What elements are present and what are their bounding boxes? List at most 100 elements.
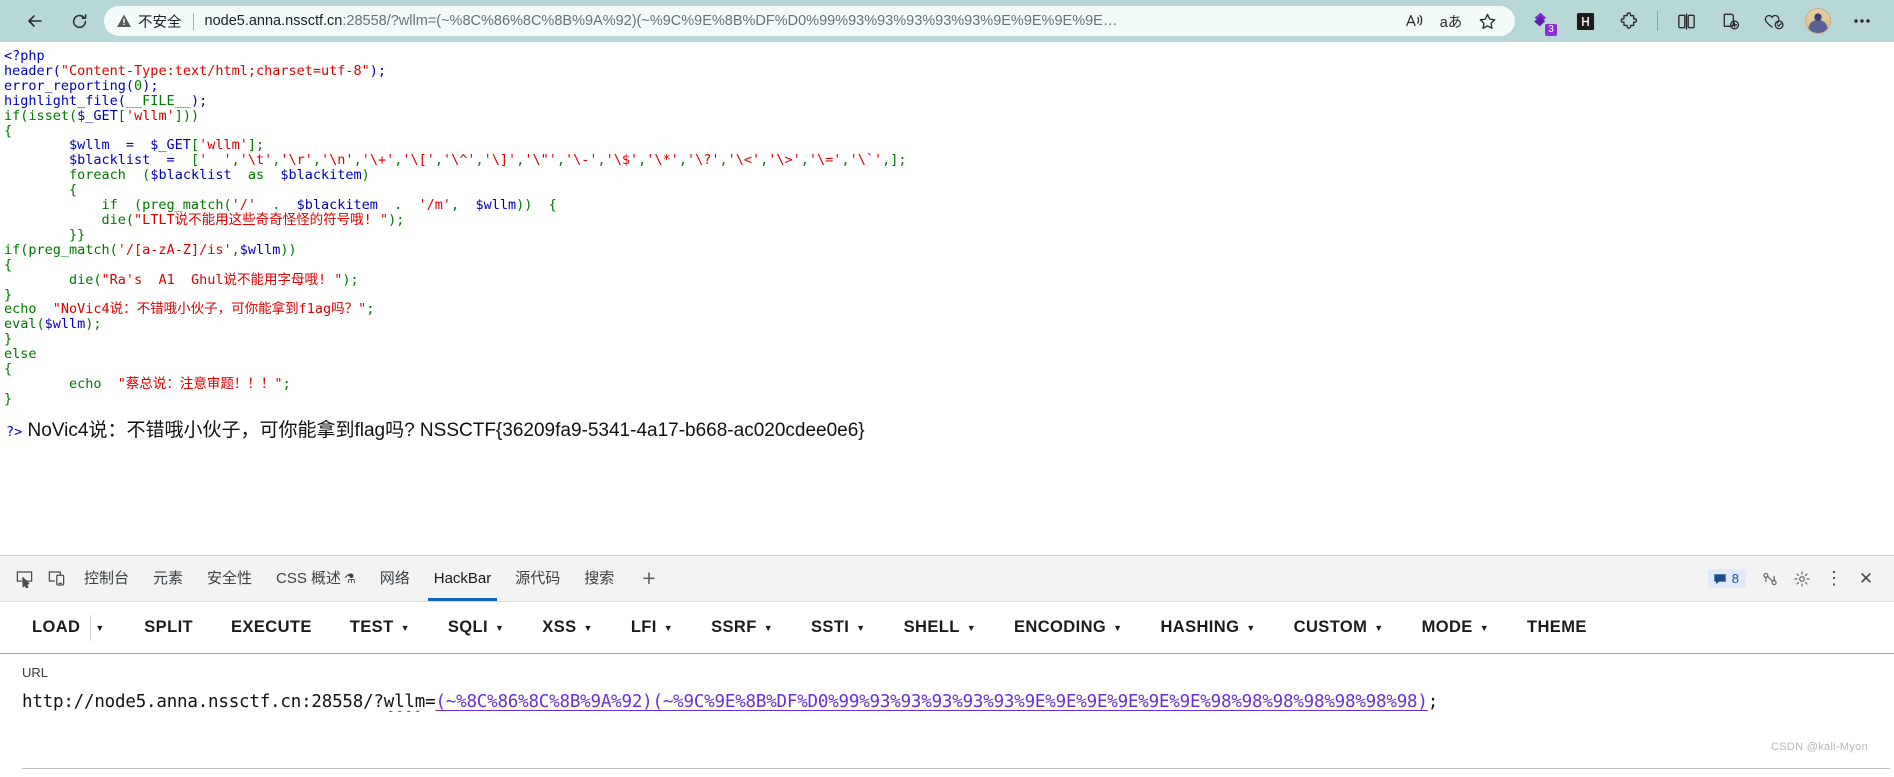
- devtools-tab-search[interactable]: 搜索: [572, 556, 626, 601]
- code-token: ): [361, 167, 370, 184]
- hackbar-button-ssrf[interactable]: SSRF ▼: [701, 618, 783, 637]
- devtools-settings-gear-icon[interactable]: [1786, 563, 1818, 595]
- devtools-tab-hackbar[interactable]: HackBar: [422, 556, 504, 601]
- add-to-collections-icon[interactable]: [1712, 5, 1748, 37]
- code-token: [: [182, 152, 200, 169]
- code-line: {: [4, 123, 1894, 139]
- extensions-puzzle-icon[interactable]: [1611, 5, 1647, 37]
- code-token: highlight_file(: [4, 92, 126, 109]
- reload-button[interactable]: [62, 4, 96, 38]
- add-panel-button[interactable]: +: [626, 556, 671, 601]
- message-count: 8: [1731, 571, 1739, 586]
- hackbar-load-dropdown-icon[interactable]: ▼: [90, 614, 116, 641]
- code-token: '\=': [808, 152, 842, 169]
- code-token: ,: [678, 152, 687, 169]
- hackbar-button-theme[interactable]: THEME: [1517, 618, 1597, 637]
- hackbar-button-mode[interactable]: MODE ▼: [1412, 618, 1499, 637]
- code-token: $wllm = $_GET: [4, 137, 191, 154]
- code-token: ,: [475, 152, 484, 169]
- php-close-tag: ?>: [6, 423, 23, 440]
- hackbar-button-split[interactable]: SPLIT: [134, 618, 203, 637]
- tab-label: HackBar: [433, 570, 492, 587]
- devtools-tab-network[interactable]: 网络: [368, 556, 422, 601]
- code-token: ,: [719, 152, 728, 169]
- code-line: foreach ($blacklist as $blackitem): [4, 168, 1894, 183]
- hackbar-button-ssti[interactable]: SSTI ▼: [801, 618, 876, 637]
- code-line: {: [4, 362, 1894, 377]
- devtools-tab-security[interactable]: 安全性: [195, 556, 264, 601]
- url-path: :28558/?wllm=(~%8C%86%8C%8B%9A%92)(~%9C%…: [342, 13, 1118, 29]
- hackbar-panel: LOAD ▼ SPLIT EXECUTE TEST ▼ SQLI ▼ XSS ▼ LFI ▼ SSRF ▼…: [0, 602, 1894, 777]
- translate-icon[interactable]: aあ: [1433, 6, 1469, 36]
- code-line: echo "NoVic4说：不错哦小伙子，可你能拿到f1ag吗？";: [4, 302, 1894, 317]
- collections-extension-icon[interactable]: 3: [1523, 5, 1559, 37]
- split-screen-icon[interactable]: [1668, 5, 1704, 37]
- code-line: }}: [4, 227, 1894, 243]
- hackbar-button-execute[interactable]: EXECUTE: [221, 618, 322, 637]
- hackbar-button-label: HASHING: [1160, 618, 1240, 636]
- code-line: die("LTLT说不能用这些奇奇怪怪的符号哦! ");: [4, 213, 1894, 228]
- code-token: {: [4, 182, 78, 199]
- devtools-close-icon[interactable]: ✕: [1850, 563, 1882, 595]
- code-token: die(: [4, 271, 102, 288]
- back-button[interactable]: [18, 4, 52, 38]
- code-token: ])): [174, 107, 200, 124]
- device-toolbar-icon[interactable]: [40, 563, 72, 595]
- hackbar-button-xss[interactable]: XSS ▼: [532, 618, 603, 637]
- code-line: if (preg_match('/' . $blackitem . '/m', …: [4, 198, 1894, 213]
- hackbar-button-label: LFI: [630, 618, 657, 636]
- inspect-element-icon[interactable]: [8, 563, 40, 595]
- devtools-more-menu-icon[interactable]: ⋮: [1818, 563, 1850, 595]
- code-token: ,: [312, 152, 322, 169]
- code-line: if(preg_match('/[a-zA-Z]/is',$wllm)): [4, 241, 1894, 258]
- code-token: '\+': [361, 152, 395, 169]
- hackbar-button-test[interactable]: TEST ▼: [340, 618, 420, 637]
- tab-label: 元素: [153, 570, 184, 587]
- hackbar-button-custom[interactable]: CUSTOM ▼: [1284, 618, 1394, 637]
- hackbar-toolbar: LOAD ▼ SPLIT EXECUTE TEST ▼ SQLI ▼ XSS ▼ LFI ▼ SSRF ▼…: [0, 602, 1894, 654]
- code-token: ,: [231, 241, 240, 258]
- extensions-area: 3: [1519, 5, 1884, 37]
- message-count-badge[interactable]: 8: [1707, 569, 1746, 588]
- code-token: "LTLT说不能用这些奇奇怪怪的符号哦! ": [134, 211, 389, 228]
- hackbar-button-label: SHELL: [903, 618, 960, 636]
- hackbar-button-load[interactable]: LOAD: [22, 618, 90, 637]
- devtools-tab-css-overview[interactable]: CSS 概述 ⚗: [264, 556, 368, 601]
- code-token: $wllm: [44, 316, 86, 333]
- code-token: ;: [282, 375, 291, 392]
- code-token: '\^': [443, 152, 476, 169]
- hackbar-button-shell[interactable]: SHELL ▼: [894, 618, 986, 637]
- devtools-tab-elements[interactable]: 元素: [141, 556, 195, 601]
- hackbar-button-sqli[interactable]: SQLI ▼: [438, 618, 514, 637]
- code-token: echo: [4, 375, 118, 392]
- hackbar-button-hashing[interactable]: HASHING ▼: [1150, 618, 1265, 637]
- code-token: $blackitem: [296, 197, 378, 214]
- code-line: eval($wllm);: [4, 317, 1894, 332]
- hackbar-button-lfi[interactable]: LFI ▼: [621, 618, 683, 637]
- url-equals: =: [425, 692, 436, 712]
- security-status-label: 不安全: [138, 14, 182, 31]
- page-content: <?php header("Content-Type:text/html;char…: [0, 42, 1894, 555]
- hackbar-url-input[interactable]: http://node5.anna.nssctf.cn:28558/?wllm=…: [22, 692, 1872, 712]
- favorite-star-icon[interactable]: [1469, 6, 1505, 36]
- browser-essentials-icon[interactable]: [1756, 5, 1792, 37]
- code-token: {: [4, 256, 13, 273]
- devtools-settings-sync-icon[interactable]: [1754, 563, 1786, 595]
- code-token: $blackitem: [280, 167, 362, 184]
- devtools-tab-sources[interactable]: 源代码: [503, 556, 572, 601]
- code-token: );: [342, 271, 359, 288]
- code-line: echo "蔡总说：注意审题！！！";: [4, 375, 1894, 392]
- omnibox-divider: [192, 12, 194, 30]
- code-token: echo: [4, 301, 53, 318]
- tab-label: 搜索: [584, 570, 615, 587]
- address-bar[interactable]: 不安全 node5.anna.nssctf.cn:28558/?wllm=(~%…: [104, 6, 1515, 36]
- read-aloud-icon[interactable]: [1397, 6, 1433, 36]
- profile-avatar[interactable]: [1800, 5, 1836, 37]
- devtools-tab-console[interactable]: 控制台: [72, 556, 141, 601]
- code-token: ,: [353, 152, 362, 169]
- hackbar-extension-icon[interactable]: [1567, 5, 1603, 37]
- chevron-down-icon: ▼: [1374, 623, 1384, 633]
- code-token: '\?': [686, 152, 720, 169]
- hackbar-button-encoding[interactable]: ENCODING ▼: [1004, 618, 1132, 637]
- browser-more-menu-icon[interactable]: [1844, 5, 1880, 37]
